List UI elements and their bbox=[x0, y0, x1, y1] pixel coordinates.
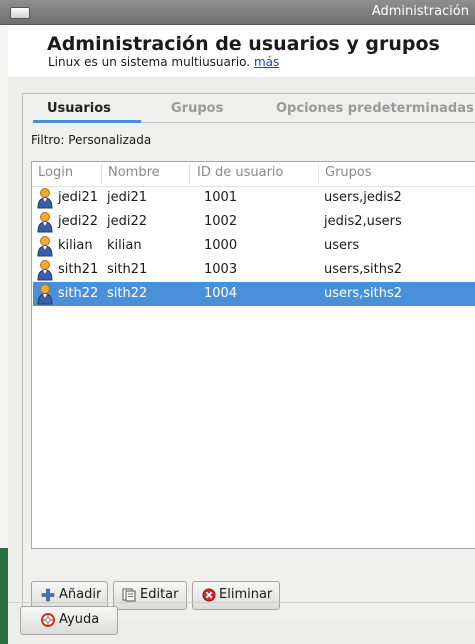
cell-name: jedi22 bbox=[107, 214, 148, 229]
column-header-grupos[interactable]: Grupos bbox=[325, 165, 372, 183]
background-glyph bbox=[0, 120, 8, 132]
tab-opciones-predeterminadas[interactable]: Opciones predeterminadas bbox=[276, 101, 474, 116]
cell-uid: 1004 bbox=[204, 286, 238, 301]
page-title: Administración de usuarios y grupos bbox=[47, 33, 440, 55]
filter-label: Filtro: Personalizada bbox=[31, 133, 152, 147]
page-subtitle: Linux es un sistema multiusuario. más bbox=[48, 55, 279, 69]
subtitle-text: Linux es un sistema multiusuario. bbox=[48, 55, 251, 69]
help-button-label: Ayuda bbox=[59, 612, 100, 627]
column-separator bbox=[101, 164, 102, 184]
cell-login: sith22 bbox=[58, 286, 99, 301]
column-header-nombre[interactable]: Nombre bbox=[108, 165, 160, 183]
window-title: Administración bbox=[371, 4, 469, 19]
cell-name: kilian bbox=[107, 238, 142, 253]
window-titlebar[interactable]: Administración bbox=[0, 0, 475, 25]
cell-login: kilian bbox=[58, 238, 93, 253]
cell-login: sith21 bbox=[58, 262, 99, 277]
cell-groups: users,siths2 bbox=[324, 262, 403, 277]
help-button[interactable]: Ayuda bbox=[20, 606, 118, 635]
edit-button-label: Editar bbox=[140, 587, 179, 602]
delete-icon bbox=[202, 588, 216, 602]
user-icon bbox=[37, 212, 53, 233]
tab-panel: Usuarios Grupos Opciones predeterminadas… bbox=[22, 93, 475, 620]
table-row[interactable]: jedi22 jedi22 1002 jedis2,users bbox=[33, 210, 475, 234]
cell-uid: 1002 bbox=[204, 214, 238, 229]
help-icon bbox=[41, 613, 55, 627]
user-icon bbox=[37, 188, 53, 209]
active-tab-indicator bbox=[33, 120, 141, 123]
table-row[interactable]: jedi21 jedi21 1001 users,jedis2 bbox=[33, 186, 475, 210]
cell-groups: jedis2,users bbox=[324, 214, 402, 229]
cell-groups: users bbox=[324, 238, 360, 253]
column-separator bbox=[318, 164, 319, 184]
cell-name: jedi21 bbox=[107, 190, 148, 205]
user-icon bbox=[37, 260, 53, 281]
column-header-login[interactable]: Login bbox=[38, 165, 73, 183]
cell-groups: users,siths2 bbox=[324, 286, 403, 301]
delete-button-label: Eliminar bbox=[219, 587, 273, 602]
column-separator bbox=[189, 164, 190, 184]
tab-usuarios[interactable]: Usuarios bbox=[47, 101, 111, 116]
edit-button[interactable]: Editar bbox=[113, 581, 187, 610]
cell-uid: 1003 bbox=[204, 262, 238, 277]
cell-login: jedi21 bbox=[58, 190, 99, 205]
user-icon bbox=[37, 236, 53, 257]
add-button-label: Añadir bbox=[59, 587, 102, 602]
dialog-header: Administración de usuarios y grupos Linu… bbox=[8, 25, 475, 77]
table-row[interactable]: sith21 sith21 1003 users,siths2 bbox=[33, 258, 475, 282]
tab-divider bbox=[141, 122, 475, 123]
footer-separator bbox=[8, 602, 475, 603]
delete-button[interactable]: Eliminar bbox=[192, 581, 280, 610]
plus-icon bbox=[41, 588, 55, 602]
table-row[interactable]: kilian kilian 1000 users bbox=[33, 234, 475, 258]
column-header-id[interactable]: ID de usuario bbox=[197, 165, 284, 183]
cell-name: sith21 bbox=[107, 262, 148, 277]
cell-login: jedi22 bbox=[58, 214, 99, 229]
tab-bar: Usuarios Grupos Opciones predeterminadas bbox=[23, 94, 475, 124]
cell-groups: users,jedis2 bbox=[324, 190, 402, 205]
tab-grupos[interactable]: Grupos bbox=[171, 101, 223, 116]
more-link[interactable]: más bbox=[254, 55, 279, 69]
desktop-background bbox=[0, 548, 8, 644]
user-icon bbox=[37, 284, 53, 305]
cell-uid: 1001 bbox=[204, 190, 238, 205]
cell-uid: 1000 bbox=[204, 238, 238, 253]
table-row-selected[interactable]: sith22 sith22 1004 users,siths2 bbox=[33, 282, 475, 306]
edit-icon bbox=[122, 588, 136, 602]
cell-name: sith22 bbox=[107, 286, 148, 301]
table-header: Login Nombre ID de usuario Grupos bbox=[32, 162, 475, 187]
window-menu-button[interactable] bbox=[10, 7, 30, 19]
users-groups-window: Administración de usuarios y grupos Linu… bbox=[8, 25, 475, 644]
users-table[interactable]: Login Nombre ID de usuario Grupos jedi21… bbox=[31, 161, 475, 549]
